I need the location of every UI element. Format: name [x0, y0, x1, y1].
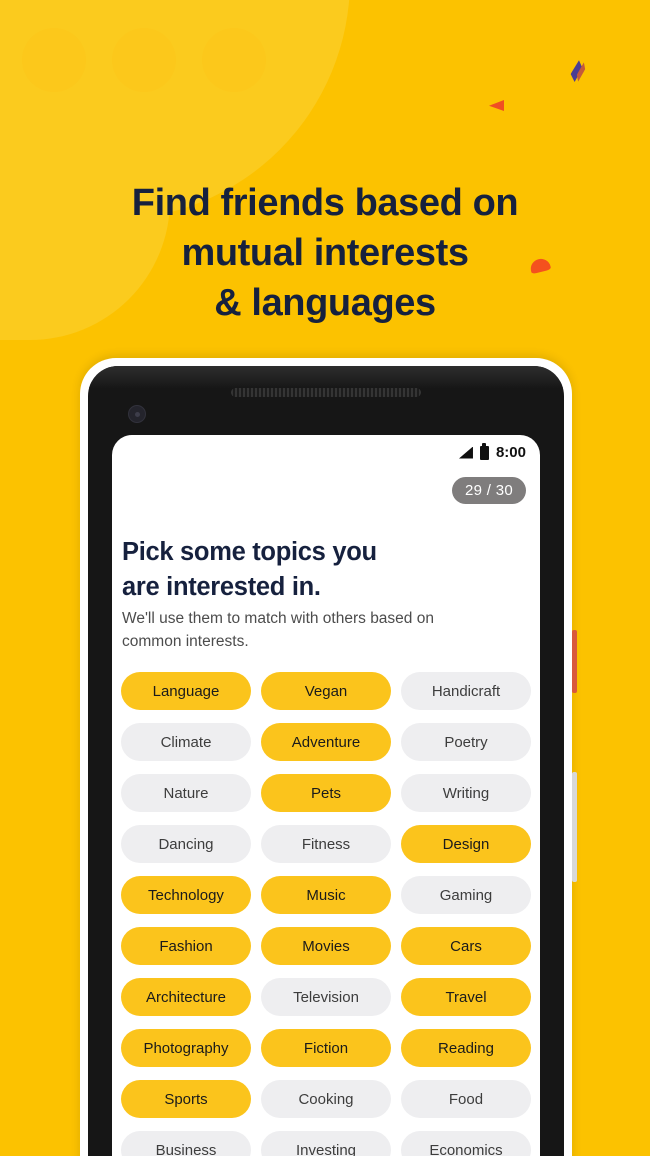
- topic-chip-technology[interactable]: Technology: [121, 876, 251, 914]
- page-subtitle-line-2: common interests.: [122, 633, 249, 650]
- topic-chip-television[interactable]: Television: [261, 978, 391, 1016]
- signal-icon: [458, 446, 473, 459]
- topic-chip-row: Business Investing Economics: [121, 1131, 531, 1156]
- topic-chip-writing[interactable]: Writing: [401, 774, 531, 812]
- promo-headline: Find friends based on mutual interests &…: [0, 178, 650, 328]
- topic-chip-movies[interactable]: Movies: [261, 927, 391, 965]
- topic-chip-row: Sports Cooking Food: [121, 1080, 531, 1118]
- topic-chip-architecture[interactable]: Architecture: [121, 978, 251, 1016]
- front-camera-icon: [128, 405, 146, 423]
- page-subtitle: We'll use them to match with others base…: [122, 607, 512, 653]
- topic-chip-reading[interactable]: Reading: [401, 1029, 531, 1067]
- promo-headline-line-1: Find friends based on: [131, 182, 519, 224]
- phone-mockup: 8:00 29 / 30 Pick some topics you are in…: [80, 358, 572, 1156]
- promo-headline-line-3: & languages: [214, 282, 436, 324]
- topic-chip-row: Climate Adventure Poetry: [121, 723, 531, 761]
- topic-chip-climate[interactable]: Climate: [121, 723, 251, 761]
- topic-chip-grid: Language Vegan Handicraft Climate Adventure P…: [121, 672, 531, 1156]
- topic-chip-pets[interactable]: Pets: [261, 774, 391, 812]
- status-bar-time: 8:00: [495, 444, 526, 461]
- phone-screen: 8:00 29 / 30 Pick some topics you are in…: [112, 435, 540, 1156]
- earpiece-speaker-icon: [231, 388, 421, 397]
- topic-chip-sports[interactable]: Sports: [121, 1080, 251, 1118]
- topic-chip-travel[interactable]: Travel: [401, 978, 531, 1016]
- topic-chip-row: Technology Music Gaming: [121, 876, 531, 914]
- power-button[interactable]: [572, 630, 577, 693]
- confetti-orange-triangle-icon: [489, 100, 504, 111]
- battery-icon: [479, 443, 489, 460]
- topic-chip-handicraft[interactable]: Handicraft: [401, 672, 531, 710]
- topic-chip-language[interactable]: Language: [121, 672, 251, 710]
- topic-chip-economics[interactable]: Economics: [401, 1131, 531, 1156]
- topic-chip-row: Nature Pets Writing: [121, 774, 531, 812]
- page-title-line-1: Pick some topics you: [122, 538, 377, 566]
- topic-chip-gaming[interactable]: Gaming: [401, 876, 531, 914]
- topic-chip-photography[interactable]: Photography: [121, 1029, 251, 1067]
- topic-chip-row: Fashion Movies Cars: [121, 927, 531, 965]
- topic-chip-row: Architecture Television Travel: [121, 978, 531, 1016]
- page-title-line-2: are interested in.: [122, 573, 321, 601]
- page-title: Pick some topics you are interested in.: [122, 535, 522, 605]
- phone-frame: 8:00 29 / 30 Pick some topics you are in…: [88, 366, 564, 1156]
- phone-frame-gloss: [88, 366, 564, 388]
- topic-chip-design[interactable]: Design: [401, 825, 531, 863]
- topic-chip-poetry[interactable]: Poetry: [401, 723, 531, 761]
- topic-chip-business[interactable]: Business: [121, 1131, 251, 1156]
- topic-chip-investing[interactable]: Investing: [261, 1131, 391, 1156]
- topic-chip-row: Dancing Fitness Design: [121, 825, 531, 863]
- topic-chip-row: Language Vegan Handicraft: [121, 672, 531, 710]
- topic-chip-fiction[interactable]: Fiction: [261, 1029, 391, 1067]
- topic-chip-vegan[interactable]: Vegan: [261, 672, 391, 710]
- topic-chip-fitness[interactable]: Fitness: [261, 825, 391, 863]
- topic-chip-adventure[interactable]: Adventure: [261, 723, 391, 761]
- topic-chip-music[interactable]: Music: [261, 876, 391, 914]
- topic-chip-nature[interactable]: Nature: [121, 774, 251, 812]
- promo-headline-line-2: mutual interests: [181, 232, 469, 274]
- topic-chip-fashion[interactable]: Fashion: [121, 927, 251, 965]
- status-bar: 8:00: [458, 443, 526, 461]
- page-subtitle-line-1: We'll use them to match with others base…: [122, 610, 434, 627]
- typing-dot-3-icon: [202, 28, 266, 92]
- typing-dot-1-icon: [22, 28, 86, 92]
- typing-dot-2-icon: [112, 28, 176, 92]
- volume-rocker-button[interactable]: [572, 772, 577, 882]
- topic-chip-food[interactable]: Food: [401, 1080, 531, 1118]
- topic-chip-cooking[interactable]: Cooking: [261, 1080, 391, 1118]
- topic-chip-dancing[interactable]: Dancing: [121, 825, 251, 863]
- promo-screenshot: Find friends based on mutual interests &…: [0, 0, 650, 1156]
- topic-chip-cars[interactable]: Cars: [401, 927, 531, 965]
- selection-counter-badge: 29 / 30: [452, 477, 526, 504]
- topic-chip-row: Photography Fiction Reading: [121, 1029, 531, 1067]
